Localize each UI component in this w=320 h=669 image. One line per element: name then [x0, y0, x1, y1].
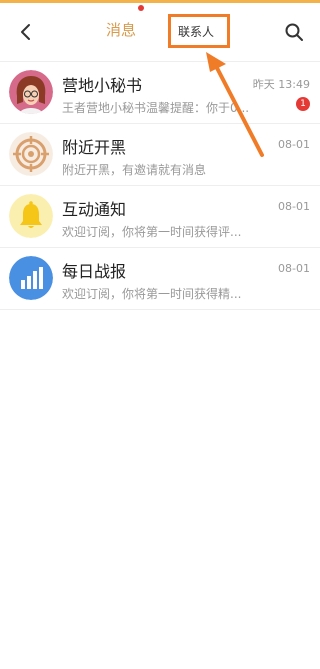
tab-contacts[interactable]: 联系人: [178, 23, 214, 40]
message-preview: 欢迎订阅，你将第一时间获得评...: [62, 225, 242, 239]
message-list: 营地小秘书 王者营地小秘书温馨提醒：你于0... 昨天 13:49 1 附近开黑: [0, 62, 320, 310]
bar-chart-icon: [9, 256, 53, 300]
girl-avatar-icon: [9, 70, 53, 114]
message-time: 08-01: [278, 200, 310, 213]
search-button[interactable]: [280, 18, 308, 46]
target-icon: [9, 132, 53, 176]
message-preview: 附近开黑，有邀请就有消息: [62, 163, 207, 177]
message-name: 附近开黑: [62, 138, 127, 157]
back-button[interactable]: [12, 18, 40, 46]
message-time: 08-01: [278, 138, 310, 151]
messages-screen: 消息 联系人 营地小秘书 王者营地小秘书温馨提醒：你于0... 昨天 13:49…: [0, 0, 320, 669]
search-icon: [285, 23, 303, 41]
top-accent-bar: [0, 0, 320, 3]
message-row-daily-report[interactable]: 每日战报 欢迎订阅，你将第一时间获得精... 08-01: [0, 248, 320, 310]
message-row-interactions[interactable]: 互动通知 欢迎订阅，你将第一时间获得评... 08-01: [0, 186, 320, 248]
message-row-nearby[interactable]: 附近开黑 附近开黑，有邀请就有消息 08-01: [0, 124, 320, 186]
message-preview: 王者营地小秘书温馨提醒：你于0...: [62, 101, 250, 115]
bell-icon: [9, 194, 53, 238]
chevron-left-icon: [21, 24, 30, 40]
unread-badge: 1: [296, 97, 310, 111]
message-name: 营地小秘书: [62, 76, 143, 95]
tab-messages[interactable]: 消息: [106, 19, 136, 40]
message-time: 08-01: [278, 262, 310, 275]
message-row-secretary[interactable]: 营地小秘书 王者营地小秘书温馨提醒：你于0... 昨天 13:49 1: [0, 62, 320, 124]
message-name: 每日战报: [62, 262, 127, 281]
header: 消息 联系人: [0, 8, 320, 54]
message-preview: 欢迎订阅，你将第一时间获得精...: [62, 287, 242, 301]
message-time: 昨天 13:49: [252, 78, 310, 91]
message-name: 互动通知: [62, 200, 127, 219]
